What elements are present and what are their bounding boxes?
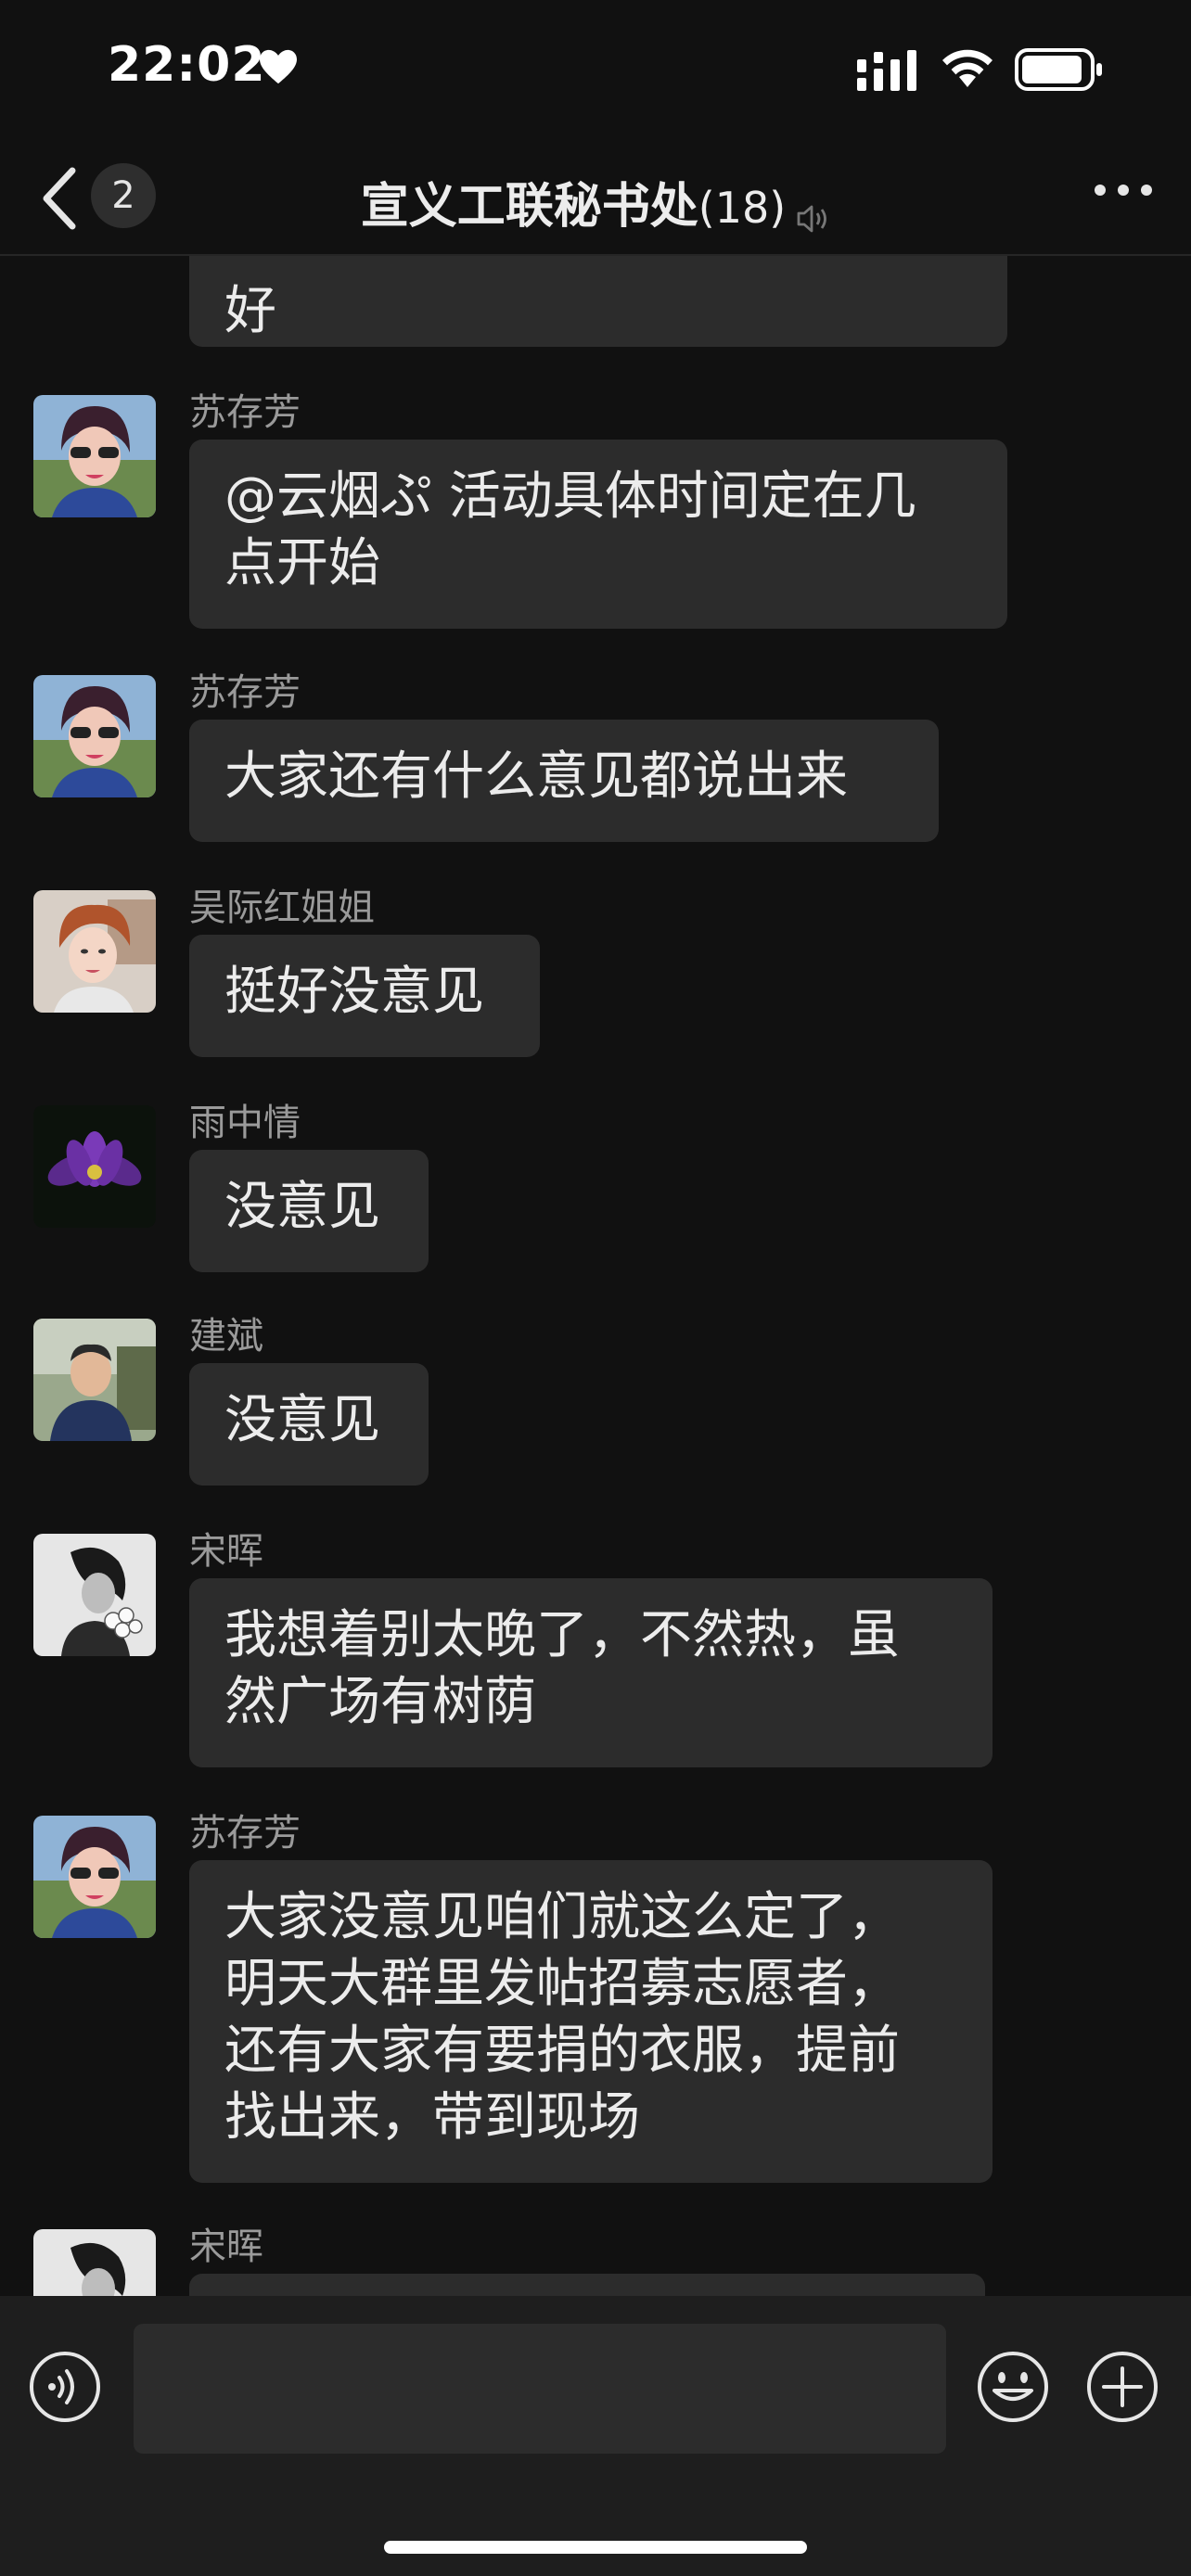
message-bubble[interactable]: 好	[189, 256, 1007, 347]
message-line: 挺好没意见	[224, 962, 484, 1022]
message-bubble[interactable]: 没意见	[189, 1150, 429, 1272]
message-line: 我想着别太晚了，不然热，虽	[224, 1605, 900, 1665]
message-text: 好	[224, 281, 276, 341]
chat-header: 2 宣义工联秘书处(18)	[0, 139, 1191, 256]
status-time: 22:02	[108, 37, 266, 93]
voice-input-icon[interactable]	[28, 2350, 102, 2424]
avatar[interactable]	[33, 395, 156, 517]
sender-name: 建斌	[189, 1315, 263, 1358]
message-line: 点开始	[224, 533, 380, 593]
plus-circle-icon[interactable]	[1085, 2350, 1159, 2424]
emoji-icon[interactable]	[976, 2350, 1050, 2424]
message-input[interactable]	[134, 2324, 946, 2454]
message-bubble[interactable]: @云烟ぷ 活动具体时间定在几 点开始	[189, 440, 1007, 629]
sender-name: 苏存芳	[189, 1812, 301, 1855]
message-line: 大家没意见咱们就这么定了，	[224, 1887, 900, 1947]
sender-name: 苏存芳	[189, 391, 301, 434]
ellipsis-icon[interactable]	[1091, 176, 1156, 204]
avatar[interactable]	[33, 1816, 156, 1938]
sender-name: 吴际红姐姐	[189, 886, 375, 929]
message-bubble[interactable]	[189, 2274, 985, 2296]
avatar[interactable]	[33, 1319, 156, 1441]
avatar[interactable]	[33, 890, 156, 1013]
message-bubble[interactable]: 没意见	[189, 1363, 429, 1486]
chat-title: 宣义工联秘书处(18)	[0, 167, 1191, 237]
message-line: 然广场有树荫	[224, 1672, 536, 1732]
sender-name: 苏存芳	[189, 671, 301, 714]
battery-icon	[1015, 48, 1102, 91]
wifi-icon	[942, 49, 992, 87]
message-line: 还有大家有要捐的衣服，提前	[224, 2021, 900, 2081]
message-bubble[interactable]: 大家没意见咱们就这么定了， 明天大群里发帖招募志愿者， 还有大家有要捐的衣服，提…	[189, 1860, 992, 2183]
status-bar: 22:02	[0, 0, 1191, 139]
message-bubble[interactable]: 大家还有什么意见都说出来	[189, 720, 939, 842]
heart-icon	[260, 49, 297, 84]
avatar[interactable]	[33, 1105, 156, 1228]
speaker-muted-icon	[797, 205, 827, 232]
message-bubble[interactable]: 我想着别太晚了，不然热，虽 然广场有树荫	[189, 1578, 992, 1767]
message-line: 大家还有什么意见都说出来	[224, 746, 848, 807]
member-count: (18)	[698, 183, 787, 233]
message-line: @云烟ぷ 活动具体时间定在几	[224, 466, 916, 527]
avatar[interactable]	[33, 1534, 156, 1656]
message-line: 找出来，带到现场	[224, 2087, 640, 2148]
message-line: 没意见	[224, 1390, 380, 1450]
avatar[interactable]	[33, 2229, 156, 2296]
message-list[interactable]: 好 苏存芳 @云烟ぷ 活动具体时间定在几 点开始 苏存芳 大家还有什么意见都说出…	[0, 256, 1191, 2296]
home-indicator[interactable]	[384, 2541, 807, 2554]
message-line: 明天大群里发帖招募志愿者，	[224, 1954, 900, 2014]
sender-name: 雨中情	[189, 1102, 301, 1144]
message-input-bar	[0, 2296, 1191, 2576]
sender-name: 宋晖	[189, 1530, 263, 1573]
cellular-signal-icon	[857, 50, 916, 91]
group-name: 宣义工联秘书处	[360, 179, 698, 235]
message-line: 没意见	[224, 1177, 380, 1237]
message-bubble[interactable]: 挺好没意见	[189, 935, 540, 1057]
avatar[interactable]	[33, 675, 156, 797]
sender-name: 宋晖	[189, 2225, 263, 2268]
